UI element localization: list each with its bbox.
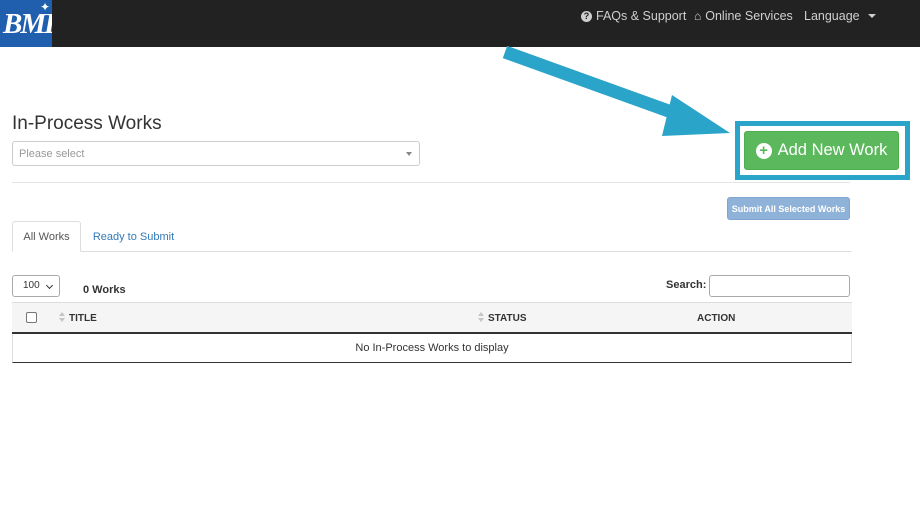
table-empty-row: No In-Process Works to display — [12, 334, 852, 363]
select-caret-icon — [406, 152, 412, 156]
plus-circle-icon: + — [755, 142, 772, 159]
top-navbar: BMI ✦ ? FAQs & Support ⌂ Online Services… — [0, 0, 920, 47]
submit-all-label: Submit All Selected Works — [731, 203, 846, 214]
bmi-logo[interactable]: BMI ✦ — [0, 0, 52, 47]
submit-all-selected-button[interactable]: Submit All Selected Works — [727, 197, 850, 220]
nav-faqs-support[interactable]: ? FAQs & Support — [581, 8, 686, 24]
tab-ready-to-submit-label: Ready to Submit — [92, 230, 175, 243]
annotation-arrow-icon — [502, 45, 730, 136]
column-title[interactable]: TITLE — [69, 313, 97, 324]
works-count: 0 Works — [83, 284, 126, 296]
tab-all-works[interactable]: All Works — [12, 221, 81, 252]
home-icon: ⌂ — [694, 9, 702, 23]
tab-ready-to-submit[interactable]: Ready to Submit — [86, 221, 181, 252]
nav-language-label: Language — [804, 9, 860, 23]
logo-star-icon: ✦ — [39, 0, 50, 14]
nav-faqs-label: FAQs & Support — [596, 9, 687, 23]
page-title: In-Process Works — [12, 113, 162, 134]
question-circle-icon: ? — [581, 10, 592, 22]
search-input[interactable] — [709, 275, 850, 297]
page-length-select[interactable]: 100 — [12, 275, 60, 297]
search-label: Search: — [666, 279, 707, 291]
table-header: TITLE STATUS ACTION — [12, 302, 852, 334]
caret-down-icon — [867, 14, 876, 18]
work-type-select[interactable]: Please select — [12, 141, 420, 166]
add-new-work-label: Add New Work — [777, 141, 888, 159]
sort-title-icon[interactable] — [59, 312, 65, 324]
tab-all-works-label: All Works — [23, 230, 70, 243]
nav-language-dropdown[interactable]: Language — [804, 8, 876, 24]
chevron-down-icon — [45, 281, 54, 290]
divider — [12, 182, 850, 183]
sort-status-icon[interactable] — [478, 312, 484, 324]
select-all-checkbox[interactable] — [26, 312, 37, 323]
nav-online-services-label: Online Services — [705, 9, 793, 23]
select-placeholder: Please select — [19, 148, 85, 160]
nav-online-services[interactable]: ⌂ Online Services — [694, 8, 793, 24]
add-new-work-button[interactable]: + Add New Work — [744, 131, 899, 170]
column-action: ACTION — [697, 313, 736, 324]
column-status[interactable]: STATUS — [488, 313, 527, 324]
page-length-value: 100 — [23, 280, 40, 291]
empty-message: No In-Process Works to display — [355, 342, 509, 354]
